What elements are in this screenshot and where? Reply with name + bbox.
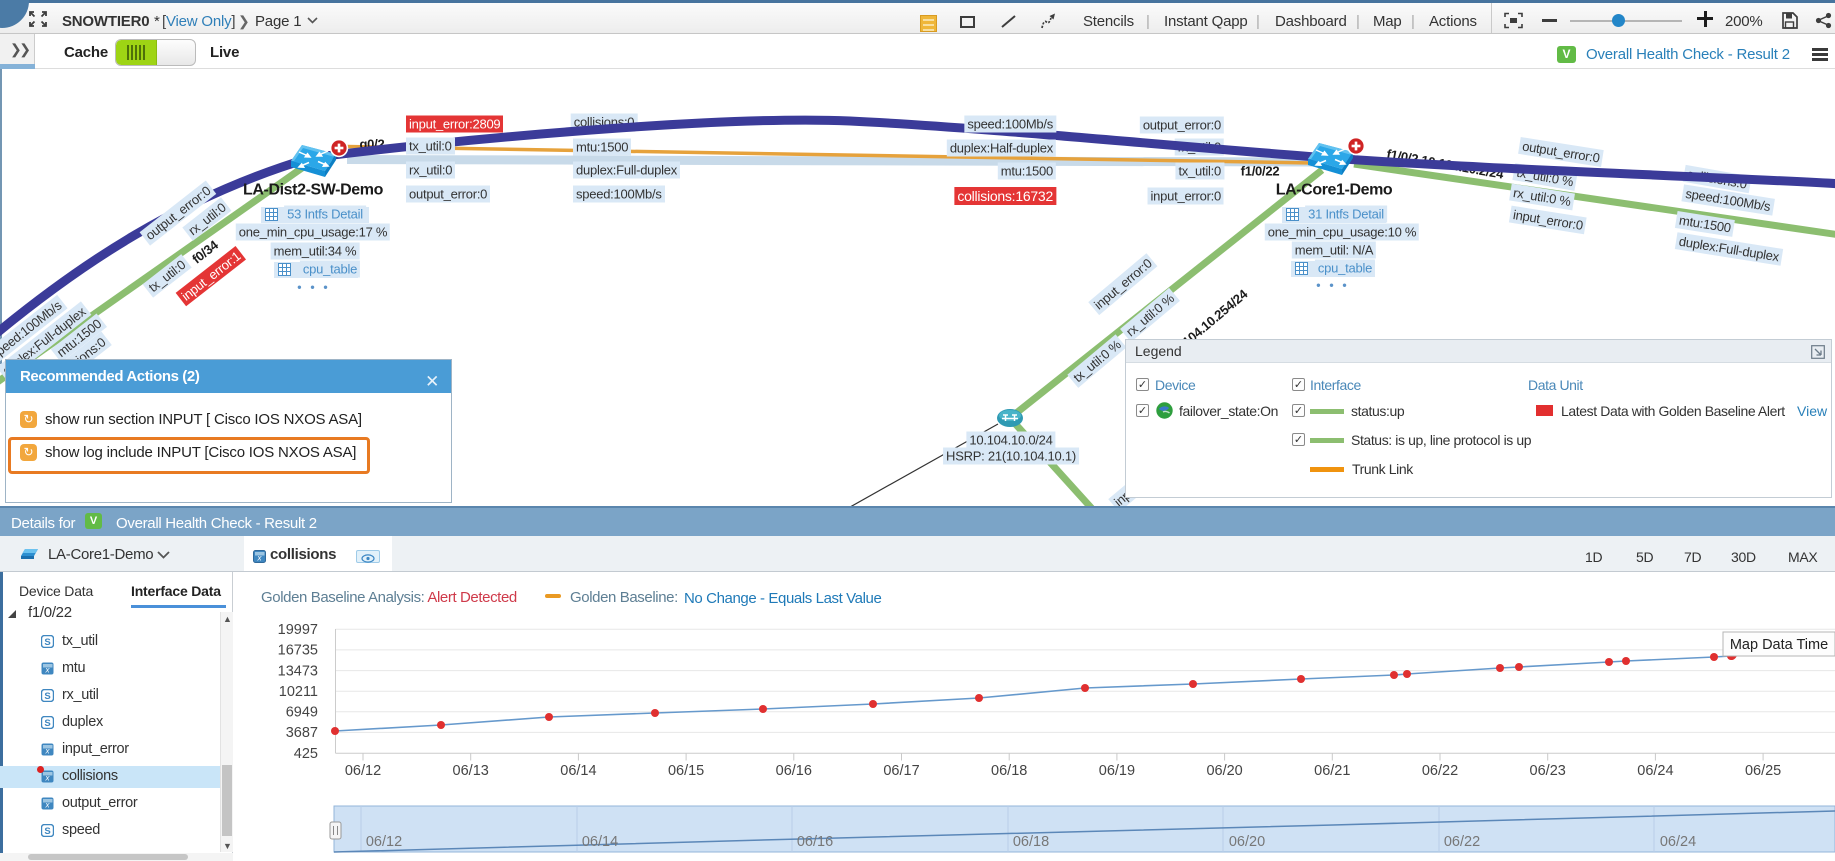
svg-text:13473: 13473 xyxy=(278,663,318,679)
svg-text:Map Data Time: Map Data Time xyxy=(1730,637,1828,653)
svg-text:19997: 19997 xyxy=(278,622,318,638)
svg-text:06/17: 06/17 xyxy=(883,763,919,779)
svg-text:06/24: 06/24 xyxy=(1660,834,1696,850)
svg-text:06/23: 06/23 xyxy=(1530,763,1566,779)
svg-text:06/20: 06/20 xyxy=(1206,763,1242,779)
svg-text:06/22: 06/22 xyxy=(1422,763,1458,779)
svg-text:06/19: 06/19 xyxy=(1099,763,1135,779)
svg-text:06/16: 06/16 xyxy=(797,834,833,850)
svg-text:S: S xyxy=(44,826,50,837)
svg-text:06/25: 06/25 xyxy=(1745,763,1781,779)
svg-text:06/20: 06/20 xyxy=(1229,834,1265,850)
svg-text:06/24: 06/24 xyxy=(1637,763,1673,779)
svg-text:06/13: 06/13 xyxy=(453,763,489,779)
svg-text:06/18: 06/18 xyxy=(1013,834,1049,850)
svg-text:3687: 3687 xyxy=(286,725,318,741)
svg-text:06/16: 06/16 xyxy=(776,763,812,779)
svg-text:6949: 6949 xyxy=(286,705,318,721)
svg-text:06/12: 06/12 xyxy=(366,834,402,850)
svg-text:06/18: 06/18 xyxy=(991,763,1027,779)
svg-text:06/12: 06/12 xyxy=(345,763,381,779)
svg-text:425: 425 xyxy=(294,746,318,762)
svg-text:06/14: 06/14 xyxy=(582,834,618,850)
svg-text:06/22: 06/22 xyxy=(1444,834,1480,850)
svg-text:06/14: 06/14 xyxy=(560,763,596,779)
svg-text:S: S xyxy=(44,718,50,729)
svg-text:06/15: 06/15 xyxy=(668,763,704,779)
svg-text:S: S xyxy=(44,691,50,702)
svg-text:S: S xyxy=(44,637,50,648)
svg-text:10211: 10211 xyxy=(279,684,318,700)
svg-text:16735: 16735 xyxy=(278,643,318,659)
svg-text:06/21: 06/21 xyxy=(1314,763,1350,779)
